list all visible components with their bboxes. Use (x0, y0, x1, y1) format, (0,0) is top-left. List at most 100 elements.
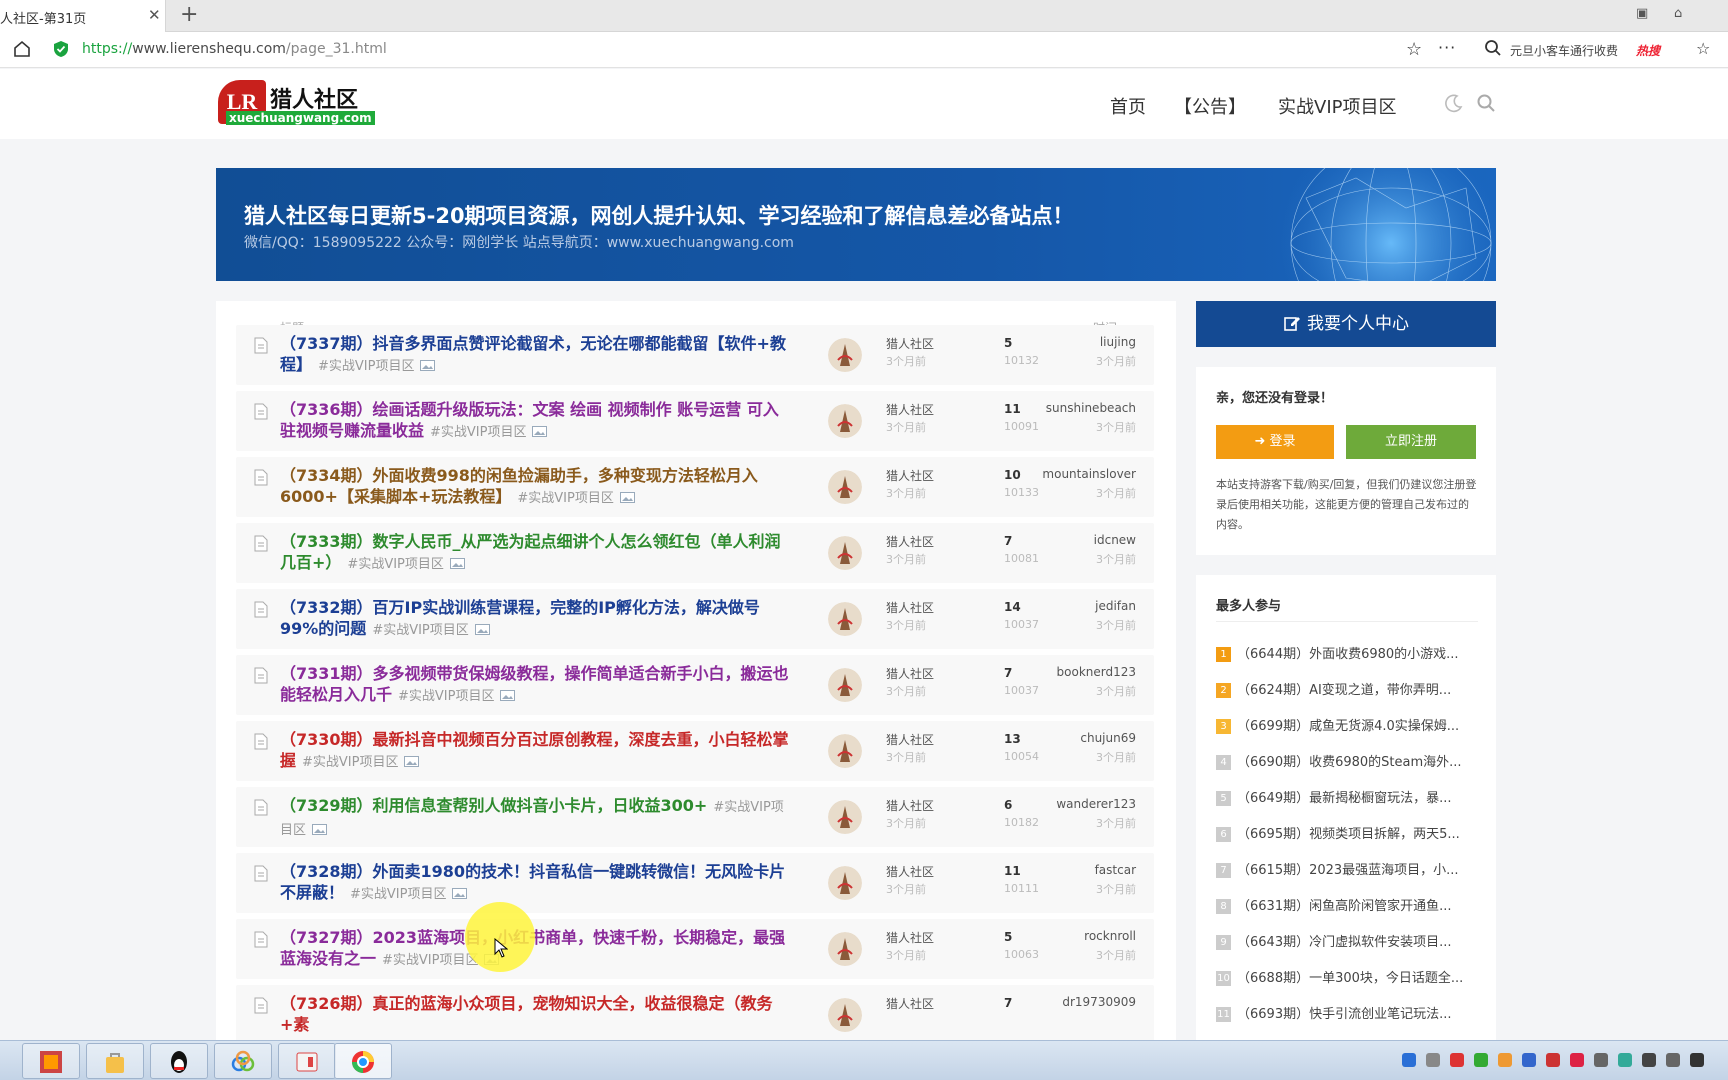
last-reply-user[interactable]: jedifan (1095, 599, 1136, 613)
topic-category-tag[interactable]: #实战VIP项目区 (347, 557, 443, 572)
restore-icon[interactable]: ⌂ (1674, 6, 1682, 21)
avatar[interactable] (828, 668, 862, 702)
hot-topic-item[interactable]: 10 （6688期）一单300块，今日话题全... (1216, 967, 1478, 991)
last-reply-user[interactable]: sunshinebeach (1046, 401, 1136, 415)
avatar[interactable] (828, 800, 862, 834)
last-reply-user[interactable]: mountainslover (1042, 467, 1136, 481)
nav-announcement[interactable]: 【公告】 (1174, 93, 1246, 119)
topic-category-tag[interactable]: #实战VIP项目区 (430, 425, 526, 440)
topic-category-tag[interactable]: #实战VIP项目区 (350, 887, 446, 902)
last-reply-user[interactable]: booknerd123 (1057, 665, 1136, 679)
topic-row[interactable]: （7337期）抖音多界面点赞评论截留术，无论在哪都能截留【软件+教程】 #实战VI… (236, 325, 1154, 385)
topic-row[interactable]: （7328期）外面卖1980的技术！抖音私信一键跳转微信！无风险卡片不屏蔽！ #实… (236, 853, 1154, 913)
hot-topic-item[interactable]: 6 （6695期）视频类项目拆解，两天5... (1216, 823, 1478, 847)
system-tray-icon[interactable] (1594, 1053, 1608, 1067)
new-tab-icon[interactable]: + (180, 2, 198, 27)
system-tray-icon[interactable] (1618, 1053, 1632, 1067)
last-reply-user[interactable]: chujun69 (1080, 731, 1136, 745)
url-field[interactable]: https://www.lierenshequ.com/page_31.html (82, 41, 387, 57)
avatar[interactable] (828, 866, 862, 900)
topic-row[interactable]: （7333期）数字人民币_从严选为起点细讲个人怎么领红包（单人利润几百+） #实战… (236, 523, 1154, 583)
taskbar-qq[interactable] (150, 1043, 208, 1079)
avatar[interactable] (828, 536, 862, 570)
tab-count-icon[interactable]: ▣ (1636, 6, 1648, 21)
login-button[interactable]: ➜ 登录 (1216, 425, 1334, 459)
taskbar-app-5[interactable] (278, 1043, 336, 1079)
topic-row[interactable]: （7326期）真正的蓝海小众项目，宠物知识大全，收益很稳定（教务+素 猎人社区 7 d… (236, 985, 1154, 1041)
system-tray-icon[interactable] (1690, 1053, 1704, 1067)
topic-title-link[interactable]: （7332期）百万IP实战训练营课程，完整的IP孵化方法，解决做号99%的问题 #… (280, 597, 790, 641)
topic-author[interactable]: 猎人社区 (886, 863, 934, 880)
avatar[interactable] (828, 602, 862, 636)
more-icon[interactable]: ··· (1438, 38, 1456, 57)
avatar[interactable] (828, 932, 862, 966)
system-tray-icon[interactable] (1642, 1053, 1656, 1067)
avatar[interactable] (828, 338, 862, 372)
topic-author[interactable]: 猎人社区 (886, 665, 934, 682)
topic-author[interactable]: 猎人社区 (886, 995, 934, 1012)
taskbar-app-4[interactable] (214, 1043, 272, 1079)
taskbar-browser[interactable] (334, 1043, 392, 1079)
nav-home[interactable]: 首页 (1110, 93, 1146, 119)
secure-shield-icon[interactable] (52, 40, 70, 58)
topic-category-tag[interactable]: #实战VIP项目区 (372, 623, 468, 638)
topic-title-link[interactable]: （7334期）外面收费998的闲鱼捡漏助手，多种变现方法轻松月入6000+【采集… (280, 465, 790, 509)
topic-author[interactable]: 猎人社区 (886, 797, 934, 814)
hot-topic-item[interactable]: 11 （6693期）快手引流创业笔记玩法... (1216, 1003, 1478, 1027)
topic-author[interactable]: 猎人社区 (886, 731, 934, 748)
topic-category-tag[interactable]: #实战VIP项目区 (517, 491, 613, 506)
system-tray-icon[interactable] (1450, 1053, 1464, 1067)
topic-author[interactable]: 猎人社区 (886, 401, 934, 418)
topic-title-link[interactable]: （7337期）抖音多界面点赞评论截留术，无论在哪都能截留【软件+教程】 #实战VI… (280, 333, 790, 377)
taskbar-app-1[interactable] (22, 1043, 80, 1079)
dark-mode-moon-icon[interactable] (1444, 93, 1464, 113)
last-reply-user[interactable]: idcnew (1094, 533, 1136, 547)
topic-category-tag[interactable]: #实战VIP项目区 (382, 953, 478, 968)
hot-topic-item[interactable]: 3 （6699期）咸鱼无货源4.0实操保姆... (1216, 715, 1478, 739)
hot-topic-item[interactable]: 8 （6631期）闲鱼高阶闲管家开通鱼... (1216, 895, 1478, 919)
site-logo[interactable]: LR 猎人社区 xuechuangwang.com (218, 80, 375, 128)
last-reply-user[interactable]: liujing (1100, 335, 1136, 349)
system-tray-icon[interactable] (1666, 1053, 1680, 1067)
topic-category-tag[interactable]: #实战VIP项目区 (302, 755, 398, 770)
topic-title-link[interactable]: （7329期）利用信息查帮别人做抖音小卡片，日收益300+ #实战VIP项目区 (280, 795, 790, 841)
topic-author[interactable]: 猎人社区 (886, 599, 934, 616)
topic-title-link[interactable]: （7330期）最新抖音中视频百分百过原创教程，深度去重，小白轻松掌握 #实战VIP… (280, 729, 790, 773)
avatar[interactable] (828, 998, 862, 1032)
avatar[interactable] (828, 470, 862, 504)
topic-title-link[interactable]: （7327期）2023蓝海项目，小红书商单，快速千粉，长期稳定，最强蓝海没有之一… (280, 927, 790, 971)
last-reply-user[interactable]: dr19730909 (1062, 995, 1136, 1009)
system-tray-icon[interactable] (1546, 1053, 1560, 1067)
hot-topic-item[interactable]: 7 （6615期）2023最强蓝海项目，小... (1216, 859, 1478, 883)
avatar[interactable] (828, 734, 862, 768)
avatar[interactable] (828, 404, 862, 438)
topic-row[interactable]: （7331期）多多视频带货保姆级教程，操作简单适合新手小白，搬运也能轻松月入几千… (236, 655, 1154, 715)
hot-topic-item[interactable]: 4 （6690期）收费6980的Steam海外... (1216, 751, 1478, 775)
topic-row[interactable]: （7336期）绘画话题升级版玩法：文案 绘画 视频制作 账号运营 可入驻视频号赚… (236, 391, 1154, 451)
hot-topic-item[interactable]: 5 （6649期）最新揭秘橱窗玩法，暴... (1216, 787, 1478, 811)
register-button[interactable]: 立即注册 (1346, 425, 1476, 459)
system-tray-icon[interactable] (1474, 1053, 1488, 1067)
topic-title-link[interactable]: （7331期）多多视频带货保姆级教程，操作简单适合新手小白，搬运也能轻松月入几千… (280, 663, 790, 707)
last-reply-user[interactable]: wanderer123 (1056, 797, 1136, 811)
topic-author[interactable]: 猎人社区 (886, 335, 934, 352)
system-tray-icon[interactable] (1498, 1053, 1512, 1067)
topic-row[interactable]: （7327期）2023蓝海项目，小红书商单，快速千粉，长期稳定，最强蓝海没有之一… (236, 919, 1154, 979)
system-tray-icon[interactable] (1402, 1053, 1416, 1067)
topic-row[interactable]: （7334期）外面收费998的闲鱼捡漏助手，多种变现方法轻松月入6000+【采集… (236, 457, 1154, 517)
topic-author[interactable]: 猎人社区 (886, 533, 934, 550)
topic-title-link[interactable]: （7328期）外面卖1980的技术！抖音私信一键跳转微信！无风险卡片不屏蔽！ #实… (280, 861, 790, 905)
topic-row[interactable]: （7332期）百万IP实战训练营课程，完整的IP孵化方法，解决做号99%的问题 #… (236, 589, 1154, 649)
topic-title-link[interactable]: （7336期）绘画话题升级版玩法：文案 绘画 视频制作 账号运营 可入驻视频号赚… (280, 399, 790, 443)
hot-topic-item[interactable]: 9 （6643期）冷门虚拟软件安装项目... (1216, 931, 1478, 955)
search-icon[interactable] (1484, 39, 1502, 57)
last-reply-user[interactable]: fastcar (1095, 863, 1136, 877)
site-search-icon[interactable] (1476, 93, 1496, 113)
hot-topic-item[interactable]: 2 （6624期）AI变现之道，带你弄明... (1216, 679, 1478, 703)
close-tab-icon[interactable]: ✕ (148, 6, 161, 24)
topic-row[interactable]: （7330期）最新抖音中视频百分百过原创教程，深度去重，小白轻松掌握 #实战VIP… (236, 721, 1154, 781)
browser-tab[interactable]: 人社区-第31页 ✕ (0, 0, 166, 32)
favorites-icon[interactable]: ☆ (1696, 39, 1710, 58)
topic-category-tag[interactable]: #实战VIP项目区 (398, 689, 494, 704)
system-tray-icon[interactable] (1426, 1053, 1440, 1067)
